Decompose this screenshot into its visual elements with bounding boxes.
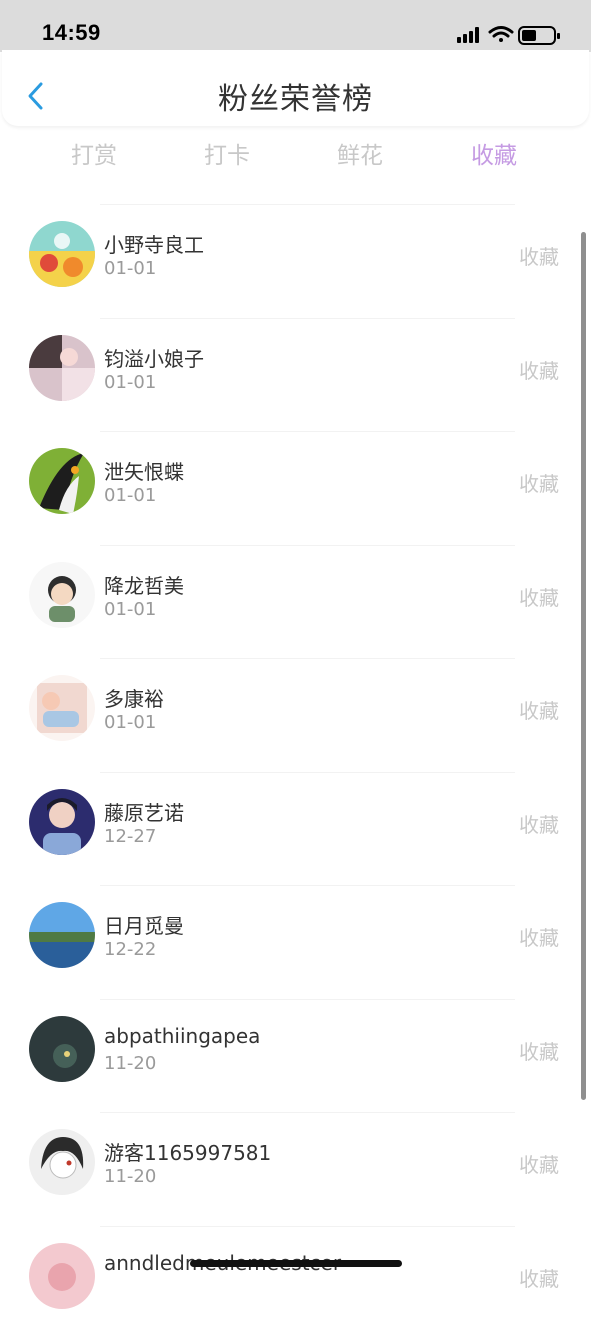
fan-type-label: 收藏 — [519, 355, 559, 384]
status-bar: 14:59 — [0, 0, 591, 52]
fan-date: 01-01 — [104, 372, 156, 393]
avatar — [29, 1243, 95, 1309]
home-indicator[interactable] — [190, 1260, 402, 1267]
list-item[interactable]: 降龙哲美 01-01 收藏 — [0, 546, 580, 660]
wifi-icon — [490, 28, 512, 43]
fan-name: 多康裕 — [104, 683, 164, 712]
avatar — [29, 335, 95, 401]
status-time: 14:59 — [42, 20, 101, 46]
tab-flowers[interactable]: 鲜花 — [300, 136, 420, 170]
avatar — [29, 902, 95, 968]
fan-type-label: 收藏 — [519, 582, 559, 611]
fan-type-label: 收藏 — [519, 695, 559, 724]
list-item[interactable]: 多康裕 01-01 收藏 — [0, 659, 580, 773]
nav-header: 粉丝荣誉榜 — [2, 50, 589, 126]
fan-name: 钧溢小娘子 — [104, 343, 204, 372]
fan-type-label: 收藏 — [519, 1036, 559, 1065]
fan-name: 日月觅曼 — [104, 910, 184, 939]
fan-date: 01-01 — [104, 599, 156, 620]
fan-date: 11-20 — [104, 1053, 156, 1074]
avatar — [29, 1129, 95, 1195]
fan-type-label: 收藏 — [519, 809, 559, 838]
tab-bar: 打赏 打卡 鲜花 收藏 — [0, 136, 591, 180]
list-item[interactable]: 钧溢小娘子 01-01 收藏 — [0, 319, 580, 433]
list-item[interactable]: anndledmeulemeestcer 收藏 — [0, 1227, 580, 1340]
fan-name: 小野寺良工 — [104, 229, 204, 258]
fan-name: 降龙哲美 — [104, 570, 184, 599]
fan-type-label: 收藏 — [519, 468, 559, 497]
page-title: 粉丝荣誉榜 — [2, 74, 589, 118]
avatar — [29, 562, 95, 628]
avatar — [29, 1016, 95, 1082]
fan-list: 小野寺良工 01-01 收藏 钧溢小娘子 01-01 收藏 泄矢恨蝶 01-01… — [0, 205, 580, 1340]
signal-icon — [457, 27, 479, 43]
list-item[interactable]: 小野寺良工 01-01 收藏 — [0, 205, 580, 319]
fan-date: 01-01 — [104, 712, 156, 733]
list-item[interactable]: abpathiingapea 11-20 收藏 — [0, 1000, 580, 1114]
fan-name: 泄矢恨蝶 — [104, 456, 184, 485]
avatar — [29, 789, 95, 855]
tab-tips[interactable]: 打赏 — [34, 136, 154, 170]
fan-date: 01-01 — [104, 485, 156, 506]
fan-name: 游客1165997581 — [104, 1137, 271, 1166]
scrollbar[interactable] — [581, 232, 586, 1100]
fan-type-label: 收藏 — [519, 922, 559, 951]
tab-checkin[interactable]: 打卡 — [167, 136, 287, 170]
tab-favorites[interactable]: 收藏 — [434, 136, 554, 170]
fan-name: abpathiingapea — [104, 1024, 260, 1048]
fan-type-label: 收藏 — [519, 241, 559, 270]
avatar — [29, 448, 95, 514]
list-item[interactable]: 藤原艺诺 12-27 收藏 — [0, 773, 580, 887]
fan-type-label: 收藏 — [519, 1263, 559, 1292]
fan-name: 藤原艺诺 — [104, 797, 184, 826]
avatar — [29, 675, 95, 741]
list-item[interactable]: 游客1165997581 11-20 收藏 — [0, 1113, 580, 1227]
status-icons — [457, 24, 567, 46]
fan-date: 12-27 — [104, 826, 156, 847]
battery-icon — [519, 27, 560, 44]
list-item[interactable]: 日月觅曼 12-22 收藏 — [0, 886, 580, 1000]
fan-date: 01-01 — [104, 258, 156, 279]
fan-date: 12-22 — [104, 939, 156, 960]
list-item[interactable]: 泄矢恨蝶 01-01 收藏 — [0, 432, 580, 546]
fan-type-label: 收藏 — [519, 1149, 559, 1178]
fan-date: 11-20 — [104, 1166, 156, 1187]
avatar — [29, 221, 95, 287]
